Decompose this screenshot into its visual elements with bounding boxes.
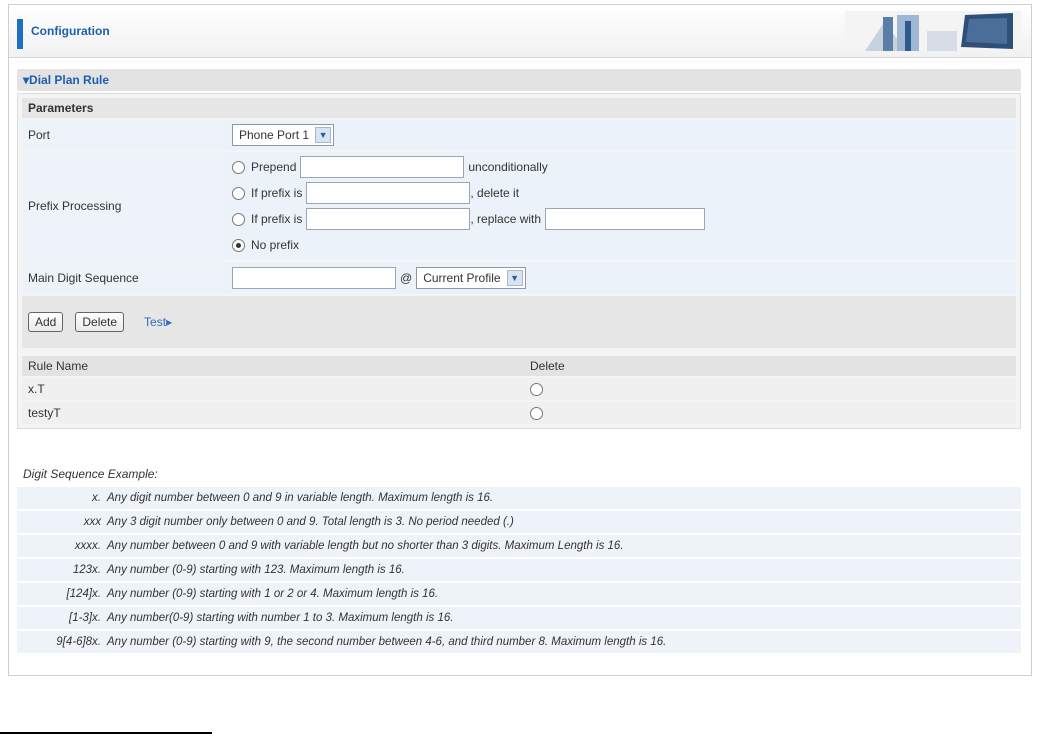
example-key: [124]x. — [66, 588, 101, 600]
port-select-value: Phone Port 1 — [239, 128, 310, 142]
port-label: Port — [22, 120, 226, 150]
prepend-option: Prepend unconditionally — [232, 154, 1010, 180]
example-desc: Any digit number between 0 and 9 in vari… — [107, 492, 494, 504]
port-row: Port Phone Port 1 ▼ — [22, 120, 1016, 150]
rules-table-header: Rule Name Delete — [22, 356, 1016, 376]
prefix-delete-option: If prefix is , delete it — [232, 180, 1010, 206]
example-key: [1-3]x. — [69, 612, 101, 624]
prefix-replace-input[interactable] — [306, 208, 471, 230]
example-key: 9[4-6]8x. — [56, 636, 101, 648]
chevron-down-icon: ▼ — [506, 270, 523, 286]
port-select[interactable]: Phone Port 1 ▼ — [232, 124, 335, 146]
section-title: ▾Dial Plan Rule — [17, 69, 1021, 91]
add-button[interactable]: Add — [28, 312, 64, 332]
delete-header: Delete — [530, 359, 565, 373]
page-frame: Configuration ▾Dial Plan Rule Parameters… — [8, 4, 1032, 676]
chevron-down-icon: ▼ — [315, 127, 332, 143]
example-row: 123x. Any number (0-9) starting with 123… — [17, 559, 1021, 581]
test-link-label: Test — [144, 315, 167, 329]
rule-delete-radio[interactable] — [530, 382, 543, 396]
example-row: x. Any digit number between 0 and 9 in v… — [17, 487, 1021, 509]
prepend-label: Prepend — [251, 160, 297, 174]
example-key: 123x. — [72, 564, 101, 576]
example-desc: Any number between 0 and 9 with variable… — [107, 540, 624, 552]
example-key: xxx — [83, 516, 101, 528]
prefix-processing-label: Prefix Processing — [22, 152, 226, 260]
action-bar: Add Delete Test▸ — [22, 296, 1016, 348]
example-row: 9[4-6]8x. Any number (0-9) starting with… — [17, 631, 1021, 653]
header-accent — [17, 19, 23, 49]
footnote-divider — [0, 732, 212, 734]
prefix-row: Prefix Processing Prepend unconditionall… — [22, 152, 1016, 260]
profile-select[interactable]: Current Profile ▼ — [416, 267, 526, 289]
example-row: [124]x. Any number (0-9) starting with 1… — [17, 583, 1021, 605]
no-prefix-label: No prefix — [251, 238, 300, 252]
prefix-delete-input[interactable] — [306, 182, 471, 204]
header-bar: Configuration — [9, 5, 1031, 58]
example-key: x. — [92, 492, 101, 504]
example-desc: Any number (0-9) starting with 1 or 2 or… — [107, 588, 439, 600]
parameters-heading: Parameters — [22, 98, 1016, 118]
prefix-replace-radio[interactable] — [232, 212, 245, 226]
rule-delete-radio[interactable] — [530, 406, 543, 420]
main-digit-row: Main Digit Sequence @ Current Profile ▼ — [22, 262, 1016, 294]
rule-name: testyT — [28, 406, 61, 420]
prefix-replace-option: If prefix is , replace with — [232, 206, 1010, 232]
prepend-suffix: unconditionally — [468, 160, 548, 174]
examples-title: Digit Sequence Example: — [17, 463, 1021, 485]
prefix-replace-label: If prefix is — [251, 212, 303, 226]
at-sign: @ — [400, 271, 413, 285]
replace-with-input[interactable] — [545, 208, 706, 230]
example-desc: Any number(0-9) starting with number 1 t… — [107, 612, 454, 624]
page-title: Configuration — [31, 24, 110, 38]
example-key: xxxx. — [74, 540, 101, 552]
prepend-input[interactable] — [300, 156, 465, 178]
no-prefix-option: No prefix — [232, 232, 1010, 258]
no-prefix-radio[interactable] — [232, 238, 245, 252]
prefix-delete-label: If prefix is — [251, 186, 303, 200]
example-row: xxxx. Any number between 0 and 9 with va… — [17, 535, 1021, 557]
rule-name: x.T — [28, 382, 45, 396]
delete-button[interactable]: Delete — [75, 312, 125, 332]
example-desc: Any number (0-9) starting with 123. Maxi… — [107, 564, 405, 576]
example-desc: Any number (0-9) starting with 9, the se… — [107, 636, 667, 648]
office-banner-icon — [845, 11, 1021, 51]
rule-name-header: Rule Name — [28, 359, 89, 373]
dial-plan-form: Parameters Port Phone Port 1 ▼ Prefix Pr… — [17, 93, 1021, 429]
replace-with-label: , replace with — [470, 212, 542, 226]
example-row: [1-3]x. Any number(0-9) starting with nu… — [17, 607, 1021, 629]
prefix-delete-radio[interactable] — [232, 186, 245, 200]
profile-select-value: Current Profile — [423, 271, 501, 285]
delete-suffix: , delete it — [470, 186, 520, 200]
prepend-radio[interactable] — [232, 160, 245, 174]
table-row: testyT — [22, 402, 1016, 424]
main-digit-input[interactable] — [232, 267, 396, 289]
example-row: xxx Any 3 digit number only between 0 an… — [17, 511, 1021, 533]
main-digit-label: Main Digit Sequence — [22, 262, 226, 294]
dial-plan-section: ▾Dial Plan Rule Parameters Port Phone Po… — [17, 69, 1021, 429]
test-link[interactable]: Test▸ — [144, 315, 172, 329]
arrow-right-icon: ▸ — [166, 315, 173, 329]
table-row: x.T — [22, 378, 1016, 400]
digit-sequence-examples: Digit Sequence Example: x. Any digit num… — [17, 463, 1021, 653]
example-desc: Any 3 digit number only between 0 and 9.… — [107, 516, 514, 528]
